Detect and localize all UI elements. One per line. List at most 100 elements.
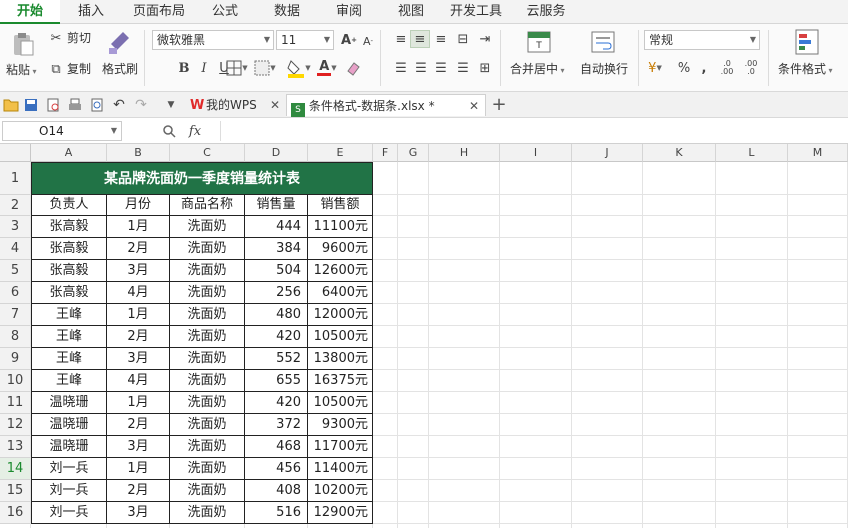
row-header-10[interactable]: 10 (0, 370, 31, 392)
table-cell[interactable]: 11100元 (308, 216, 373, 238)
italic-button[interactable]: I (196, 59, 212, 77)
tab-home[interactable]: 开始 (0, 0, 60, 24)
row-header-11[interactable]: 11 (0, 392, 31, 414)
table-cell[interactable]: 王峰 (31, 304, 107, 326)
table-cell[interactable]: 16375元 (308, 370, 373, 392)
align-top-icon[interactable]: ≡ (392, 30, 410, 48)
table-cell[interactable]: 张高毅 (31, 260, 107, 282)
tab-file[interactable]: S 条件格式-数据条.xlsx * ✕ (286, 94, 486, 117)
table-cell[interactable]: 2月 (107, 326, 170, 348)
table-cell[interactable]: 洗面奶 (170, 326, 245, 348)
table-cell[interactable]: 372 (245, 414, 308, 436)
column-header-m[interactable]: M (788, 144, 848, 162)
border-icon[interactable]: ▼ (222, 59, 252, 77)
table-cell[interactable]: 4月 (107, 282, 170, 304)
undo-icon[interactable]: ↶ (110, 96, 128, 114)
table-cell[interactable]: 1月 (107, 458, 170, 480)
orientation-icon[interactable]: ⊟ (454, 30, 472, 48)
table-cell[interactable]: 13800元 (308, 348, 373, 370)
table-cell[interactable]: 256 (245, 282, 308, 304)
percent-button[interactable]: % (676, 59, 692, 77)
table-cell[interactable]: 408 (245, 480, 308, 502)
table-cell[interactable]: 温晓珊 (31, 392, 107, 414)
column-header-f[interactable]: F (373, 144, 398, 162)
justify-icon[interactable]: ☰ (454, 59, 472, 77)
table-cell[interactable]: 12000元 (308, 304, 373, 326)
table-cell[interactable]: 洗面奶 (170, 370, 245, 392)
table-cell[interactable]: 王峰 (31, 348, 107, 370)
copy-button[interactable]: 复制 (67, 61, 91, 77)
clear-format-icon[interactable] (344, 59, 362, 77)
table-cell[interactable]: 王峰 (31, 326, 107, 348)
align-bottom-icon[interactable]: ≡ (432, 30, 450, 48)
tab-formulas[interactable]: 公式 (200, 0, 250, 24)
redo-icon[interactable]: ↷ (132, 96, 150, 114)
paste-icon[interactable] (8, 30, 38, 58)
table-cell[interactable]: 3月 (107, 348, 170, 370)
header-cell[interactable]: 月份 (107, 195, 170, 216)
print-preview-icon[interactable] (44, 96, 62, 114)
table-cell[interactable]: 张高毅 (31, 282, 107, 304)
table-cell[interactable]: 温晓珊 (31, 414, 107, 436)
column-header-l[interactable]: L (716, 144, 788, 162)
table-cell[interactable]: 刘一兵 (31, 502, 107, 524)
table-cell[interactable]: 1月 (107, 216, 170, 238)
table-cell[interactable]: 12600元 (308, 260, 373, 282)
column-header-i[interactable]: I (500, 144, 572, 162)
table-cell[interactable]: 刘一兵 (31, 480, 107, 502)
table-cell[interactable]: 4月 (107, 370, 170, 392)
row-header-6[interactable]: 6 (0, 282, 31, 304)
table-cell[interactable]: 2月 (107, 480, 170, 502)
table-cell[interactable]: 3月 (107, 260, 170, 282)
font-size-select[interactable]: 11 ▼ (276, 30, 334, 50)
name-box[interactable]: O14 ▼ (2, 121, 122, 141)
table-cell[interactable]: 1月 (107, 304, 170, 326)
table-cell[interactable]: 2月 (107, 238, 170, 260)
table-cell[interactable]: 刘一兵 (31, 458, 107, 480)
align-right-icon[interactable]: ☰ (432, 59, 450, 77)
table-cell[interactable]: 洗面奶 (170, 502, 245, 524)
row-header-1[interactable]: 1 (0, 162, 31, 195)
row-header-3[interactable]: 3 (0, 216, 31, 238)
increase-decimal-button[interactable]: .0 .00 (718, 57, 736, 79)
table-cell[interactable]: 480 (245, 304, 308, 326)
column-header-c[interactable]: C (170, 144, 245, 162)
table-cell[interactable]: 444 (245, 216, 308, 238)
table-cell[interactable]: 655 (245, 370, 308, 392)
column-header-j[interactable]: J (572, 144, 643, 162)
title-cell[interactable]: 某品牌洗面奶一季度销量统计表 (31, 162, 373, 195)
new-tab-icon[interactable]: + (490, 95, 508, 115)
table-cell[interactable]: 洗面奶 (170, 216, 245, 238)
table-cell[interactable]: 2月 (107, 414, 170, 436)
select-all-corner[interactable] (0, 144, 31, 162)
table-cell[interactable]: 3月 (107, 502, 170, 524)
print-icon[interactable] (66, 96, 84, 114)
tab-my-wps[interactable]: W 我的WPS ✕ (186, 94, 282, 116)
table-cell[interactable]: 洗面奶 (170, 414, 245, 436)
table-cell[interactable]: 9600元 (308, 238, 373, 260)
row-header-4[interactable]: 4 (0, 238, 31, 260)
table-cell[interactable]: 9300元 (308, 414, 373, 436)
table-cell[interactable]: 洗面奶 (170, 392, 245, 414)
row-header-14[interactable]: 14 (0, 458, 31, 480)
formula-input[interactable] (220, 121, 846, 141)
table-cell[interactable]: 1月 (107, 392, 170, 414)
table-cell[interactable]: 11700元 (308, 436, 373, 458)
align-middle-icon[interactable]: ≡ (410, 30, 430, 48)
column-header-g[interactable]: G (398, 144, 429, 162)
tab-data[interactable]: 数据 (262, 0, 312, 24)
fill-color-icon[interactable]: ▼ (286, 57, 312, 79)
row-header-8[interactable]: 8 (0, 326, 31, 348)
table-cell[interactable]: 洗面奶 (170, 260, 245, 282)
tab-review[interactable]: 审阅 (324, 0, 374, 24)
table-cell[interactable]: 11400元 (308, 458, 373, 480)
increase-font-button[interactable]: A + (340, 30, 358, 50)
table-cell[interactable]: 洗面奶 (170, 348, 245, 370)
bold-button[interactable]: B (176, 59, 192, 77)
table-cell[interactable]: 516 (245, 502, 308, 524)
close-icon[interactable]: ✕ (270, 94, 280, 116)
save-icon[interactable] (22, 96, 40, 114)
column-header-e[interactable]: E (308, 144, 373, 162)
table-cell[interactable]: 洗面奶 (170, 436, 245, 458)
table-cell[interactable]: 王峰 (31, 370, 107, 392)
